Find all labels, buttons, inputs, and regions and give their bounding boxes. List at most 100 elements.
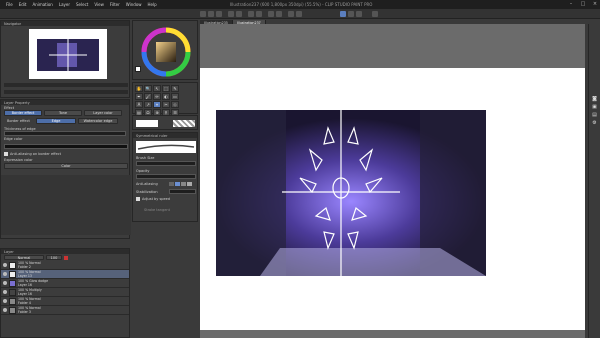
layer-item-selected[interactable]: 100 % Normal Layer 13 (1, 270, 129, 279)
material-icon[interactable]: ▤ (591, 112, 598, 118)
tool-button[interactable]: ◇ (171, 101, 179, 108)
image-icon[interactable]: ▣ (591, 104, 598, 110)
opacity-slider[interactable] (136, 174, 196, 179)
deselect-icon[interactable] (268, 11, 274, 17)
tool-button[interactable]: ✎ (171, 85, 179, 92)
menu-edit[interactable]: Edit (19, 2, 27, 7)
invert-icon[interactable] (276, 11, 282, 17)
tool-grid: ✋ 🔍 ↖ ⬚ ✎ ✒ 🖌 ✏ ◐ ▭ A ↗ ⌖ ✂ ◇ ▤ ⬭ ⊕ ⚲ ☰ (135, 85, 195, 116)
border-effect-button[interactable]: Border effect (4, 110, 42, 116)
blend-mode-select[interactable]: Normal (4, 255, 44, 260)
menu-animation[interactable]: Animation (32, 2, 52, 7)
eye-icon[interactable] (3, 272, 7, 276)
eye-icon[interactable] (3, 281, 7, 285)
layout-icon[interactable] (348, 11, 354, 17)
aa-weak-icon[interactable] (175, 182, 180, 186)
edge-options: Border effect Edge Watercolor edge (1, 116, 129, 126)
main-color-swatch[interactable] (135, 66, 141, 72)
navigator-preview[interactable] (29, 29, 107, 79)
tool-button[interactable]: ◐ (162, 93, 170, 100)
tool-button[interactable]: 🖌 (144, 93, 152, 100)
aa-strong-icon[interactable] (187, 182, 192, 186)
layer-item[interactable]: 100 % Normal Folder 3 (1, 306, 129, 315)
tool-button[interactable]: ⌖ (153, 101, 161, 108)
menu-help[interactable]: Help (148, 2, 157, 7)
tone-button[interactable]: Tone (44, 110, 82, 116)
adjust-speed-row[interactable]: Adjust by speed (133, 196, 170, 201)
menu-filter[interactable]: Filter (110, 2, 120, 7)
tool-button[interactable]: ▭ (171, 93, 179, 100)
artwork[interactable] (200, 68, 585, 330)
settings-icon[interactable]: ⚙ (591, 120, 598, 126)
snap-ruler-icon[interactable] (288, 11, 294, 17)
tool-button[interactable]: A (135, 101, 143, 108)
layer-panel: Layer Normal 100 100 % Normal Folder 2 10… (0, 248, 130, 338)
layer-color-button[interactable]: Layer color (84, 110, 122, 116)
layer-name: Layer 16 (18, 292, 32, 296)
menu-select[interactable]: Select (76, 2, 88, 7)
eye-icon[interactable] (3, 308, 7, 312)
rotate-slider[interactable] (4, 90, 128, 94)
transparent-swatch[interactable] (173, 120, 195, 127)
stabilization-slider[interactable] (169, 189, 196, 194)
edge-color-swatch[interactable] (4, 144, 128, 149)
tool-button[interactable]: 🔍 (144, 85, 152, 92)
workspace-icon[interactable] (372, 11, 378, 17)
snap-grid-icon[interactable] (296, 11, 302, 17)
layer-item[interactable]: 100 % Multiply Layer 16 (1, 288, 129, 297)
layout2-icon[interactable] (356, 11, 362, 17)
eye-icon[interactable] (3, 290, 7, 294)
tool-button[interactable]: ⬚ (162, 85, 170, 92)
menu-view[interactable]: View (94, 2, 104, 7)
camera-icon[interactable]: ◙ (591, 96, 598, 102)
open-icon[interactable] (208, 11, 214, 17)
save-icon[interactable] (216, 11, 222, 17)
layer-thumbnail (9, 279, 16, 287)
tool-button[interactable]: ✋ (135, 85, 143, 92)
brush-size-slider[interactable] (136, 161, 196, 166)
view-mode-icon[interactable] (340, 11, 346, 17)
eye-icon[interactable] (3, 299, 7, 303)
checkbox-icon[interactable] (4, 151, 8, 156)
app-window: File Edit Animation Layer Select View Fi… (0, 0, 600, 338)
menu-window[interactable]: Window (126, 2, 142, 7)
effect-buttons: Border effect Tone Layer color (1, 110, 129, 116)
strip-spacer (589, 24, 600, 94)
tool-button[interactable]: ↗ (144, 101, 152, 108)
transform-icon[interactable] (256, 11, 262, 17)
anti-alias-checkbox-row[interactable]: Anti-aliasing on border effect (1, 151, 61, 156)
tool-button[interactable]: ✒ (135, 93, 143, 100)
opacity-value[interactable]: 100 (46, 255, 62, 260)
layer-property-title: Layer Property (4, 100, 30, 105)
eye-icon[interactable] (3, 263, 7, 267)
aa-mid-icon[interactable] (181, 182, 186, 186)
redo-icon[interactable] (236, 11, 242, 17)
new-icon[interactable] (200, 11, 206, 17)
edge-option[interactable]: Edge (36, 118, 76, 124)
close-icon[interactable]: × (592, 1, 598, 7)
expression-color-select[interactable]: Color (4, 163, 128, 169)
tool-button[interactable]: ✂ (162, 101, 170, 108)
layer-thumbnail (9, 288, 16, 296)
white-swatch[interactable] (136, 120, 158, 127)
color-tag-icon[interactable] (64, 255, 68, 260)
minimize-icon[interactable]: – (568, 1, 574, 7)
layer-item[interactable]: 100 % Glow dodge Layer 16 (1, 279, 129, 288)
menu-file[interactable]: File (6, 2, 13, 7)
color-wheel[interactable] (141, 27, 191, 77)
zoom-slider[interactable] (4, 83, 128, 87)
checkbox-icon[interactable] (136, 196, 140, 201)
command-bar (0, 9, 600, 19)
aa-none-icon[interactable] (169, 182, 174, 186)
watercolor-edge-option[interactable]: Watercolor edge (78, 118, 118, 124)
menu-layer[interactable]: Layer (59, 2, 70, 7)
layer-item[interactable]: 100 % Normal Folder 2 (1, 261, 129, 270)
undo-icon[interactable] (228, 11, 234, 17)
maximize-icon[interactable]: □ (580, 1, 586, 7)
tool-button[interactable]: ↖ (153, 85, 161, 92)
clear-icon[interactable] (248, 11, 254, 17)
layer-item[interactable]: 100 % Normal Folder 4 (1, 297, 129, 306)
stroke-preview (137, 144, 195, 150)
folder-icon (9, 306, 16, 314)
tool-button[interactable]: ✏ (153, 93, 161, 100)
